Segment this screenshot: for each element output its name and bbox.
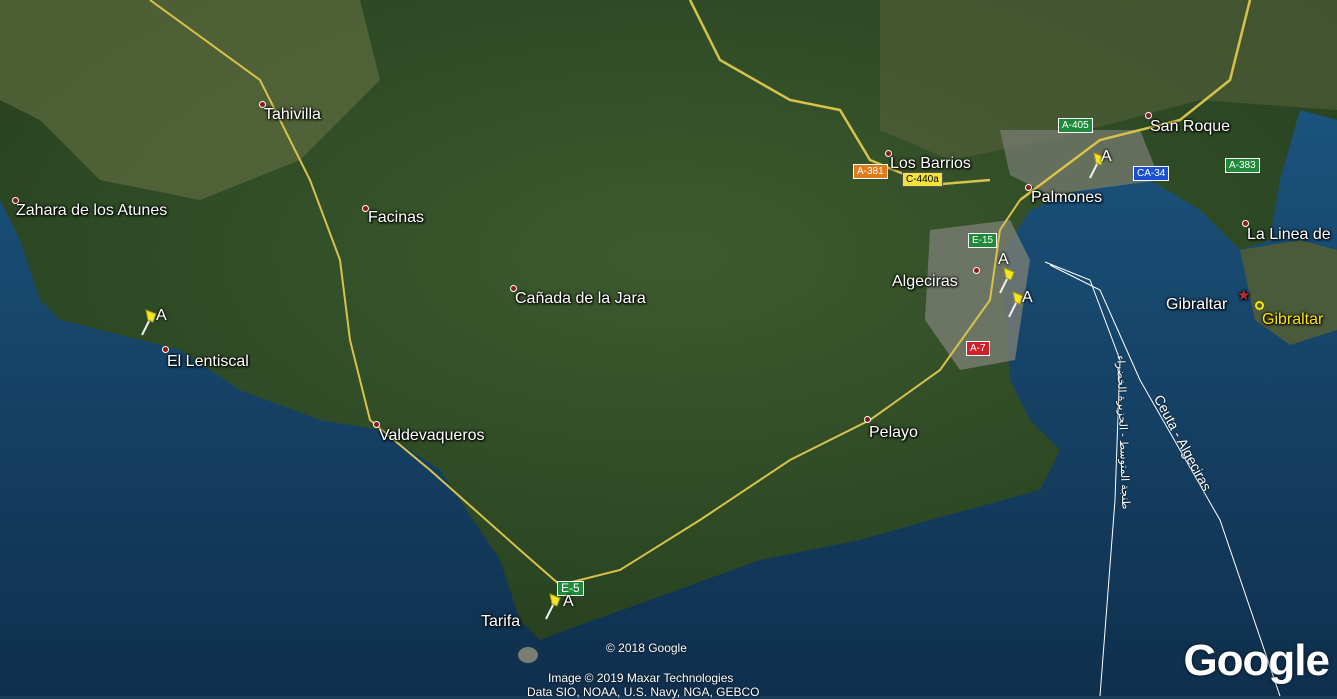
road-shield-a405: A-405	[1058, 118, 1093, 133]
place-valdevaqueros[interactable]: Valdevaqueros	[379, 427, 485, 445]
place-pelayo[interactable]: Pelayo	[869, 424, 918, 442]
place-palmones[interactable]: Palmones	[1031, 189, 1102, 207]
road-shield-e15: E-15	[968, 233, 998, 248]
road-shield-a381: A-381	[853, 164, 888, 179]
place-zahara[interactable]: Zahara de los Atunes	[16, 202, 167, 220]
pin-label: A	[563, 593, 574, 610]
tarifa-island	[518, 647, 538, 663]
place-gibraltar-highlight[interactable]: Gibraltar	[1262, 311, 1323, 329]
google-logo: Google	[1183, 636, 1330, 685]
pin-label: A	[1101, 148, 1112, 165]
place-lentiscal[interactable]: El Lentiscal	[167, 353, 249, 371]
imagery-credit: Image © 2019 Maxar Technologies	[548, 671, 734, 685]
place-tarifa[interactable]: Tarifa	[481, 613, 520, 631]
place-facinas[interactable]: Facinas	[368, 209, 424, 227]
place-los-barrios[interactable]: Los Barrios	[890, 155, 971, 173]
copyright-text: © 2018 Google	[606, 641, 687, 655]
place-marker[interactable]	[162, 346, 169, 353]
place-tahivilla[interactable]: Tahivilla	[264, 106, 321, 124]
capital-star-icon: ★	[1237, 287, 1251, 304]
place-marker[interactable]	[864, 416, 871, 423]
place-canada[interactable]: Cañada de la Jara	[515, 290, 646, 308]
place-la-linea[interactable]: La Linea de	[1247, 226, 1331, 244]
place-marker[interactable]	[973, 267, 980, 274]
highlight-location-icon[interactable]	[1255, 301, 1264, 310]
satellite-map[interactable]	[0, 0, 1337, 696]
road-shield-a383: A-383	[1225, 158, 1260, 173]
pin-label: A	[1022, 289, 1033, 306]
pin-label: A	[156, 307, 167, 324]
place-san-roque[interactable]: San Roque	[1150, 118, 1230, 136]
place-algeciras[interactable]: Algeciras	[892, 273, 958, 291]
road-shield-c440a: C-440a	[902, 172, 943, 187]
place-gibraltar[interactable]: Gibraltar	[1166, 296, 1227, 314]
road-shield-ca34: CA-34	[1133, 166, 1170, 181]
pin-label: A	[998, 251, 1009, 268]
road-shield-a7: A-7	[966, 341, 990, 356]
data-credit: Data SIO, NOAA, U.S. Navy, NGA, GEBCO	[527, 685, 760, 699]
